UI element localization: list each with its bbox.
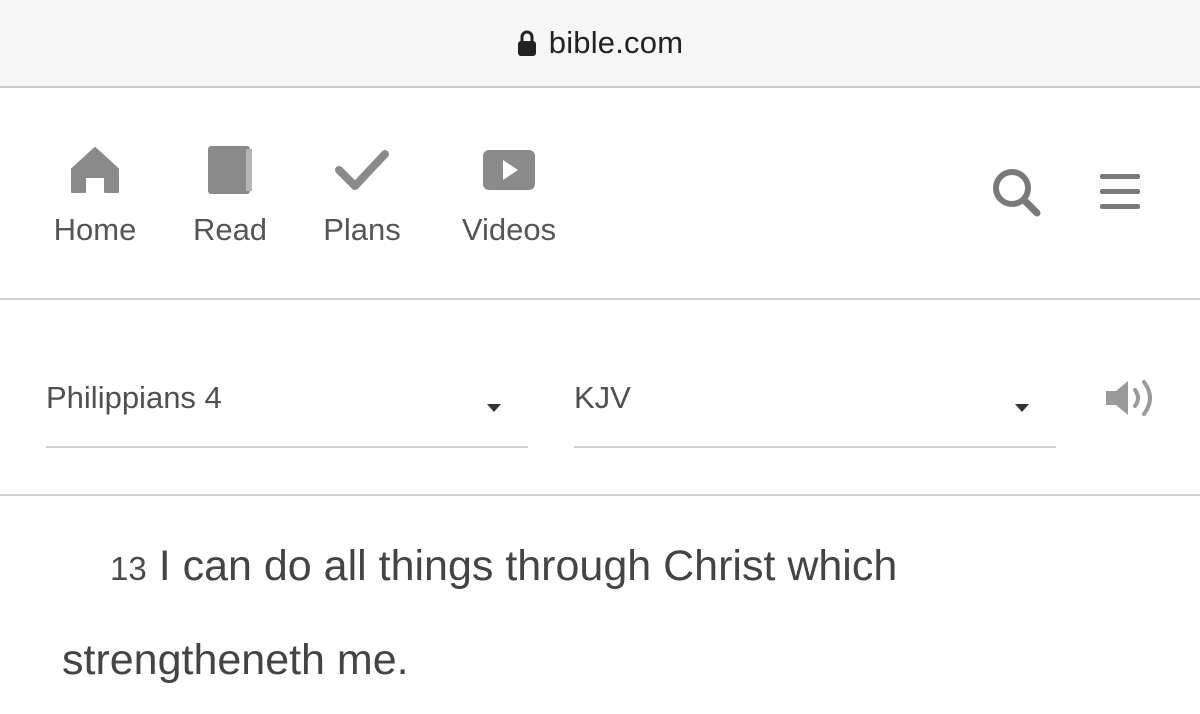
verse-content: 13 I can do all things through Christ whi… [0, 498, 1200, 714]
menu-button[interactable] [1092, 166, 1148, 222]
search-button[interactable] [988, 166, 1044, 222]
lock-icon [517, 29, 537, 57]
book-chapter-value: Philippians 4 [46, 380, 222, 415]
nav-item-label: Videos [461, 212, 557, 247]
nav-item-label: Plans [323, 212, 401, 247]
verse-line: 13 I can do all things through Christ whi… [110, 542, 897, 591]
nav-item-read[interactable]: Read [188, 140, 272, 248]
page: bible.com Home Read Plans Videos Philipp… [0, 0, 1200, 714]
book-icon [206, 140, 254, 200]
checkmark-icon [335, 140, 389, 200]
verse-text: I can do all things through Christ which [158, 542, 898, 590]
home-icon [69, 140, 121, 200]
version-value: KJV [574, 380, 631, 415]
reader-toolbar: Philippians 4 KJV [0, 300, 1200, 496]
url-text: bible.com [548, 25, 684, 60]
play-icon [482, 140, 536, 200]
nav-item-label: Home [53, 212, 137, 247]
chevron-down-icon [1014, 400, 1030, 412]
verse-number: 13 [110, 550, 147, 587]
site-nav: Home Read Plans Videos [0, 88, 1200, 300]
url-field[interactable]: bible.com [517, 25, 683, 61]
browser-address-bar: bible.com [0, 0, 1200, 88]
verse-text-continued: strengtheneth me. [62, 636, 409, 684]
nav-item-home[interactable]: Home [47, 140, 143, 248]
version-select[interactable]: KJV [574, 376, 1056, 448]
search-icon [991, 167, 1041, 222]
nav-item-plans[interactable]: Plans [317, 140, 407, 248]
nav-item-label: Read [192, 212, 268, 247]
nav-item-videos[interactable]: Videos [453, 140, 565, 248]
book-chapter-select[interactable]: Philippians 4 [46, 376, 528, 448]
chevron-down-icon [486, 400, 502, 412]
audio-button[interactable] [1100, 376, 1160, 420]
speaker-icon [1100, 380, 1160, 424]
hamburger-menu-icon [1098, 171, 1142, 218]
